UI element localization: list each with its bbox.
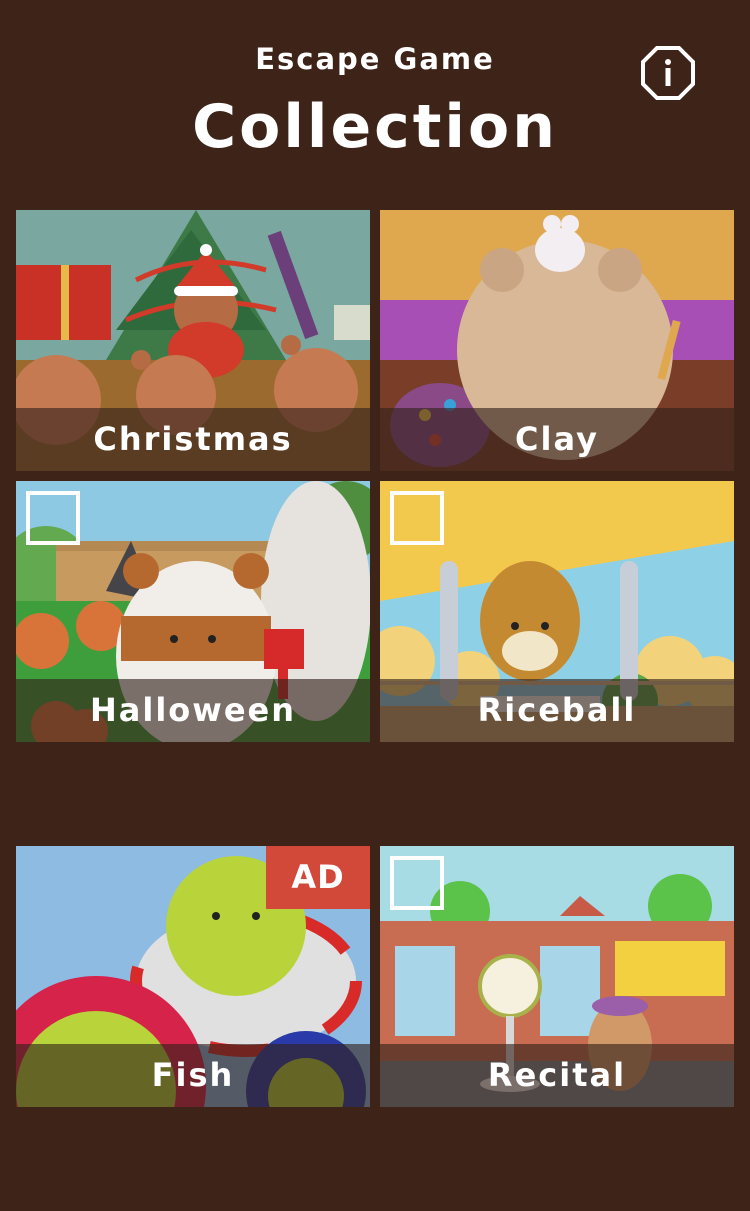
tile-riceball[interactable]: Riceball	[380, 481, 734, 742]
tile-halloween[interactable]: Halloween	[16, 481, 370, 742]
collection-checkbox[interactable]	[390, 491, 444, 545]
tile-label: Riceball	[477, 691, 637, 729]
tile-christmas[interactable]: Christmas	[16, 210, 370, 471]
collection-grid: Christmas Clay Halloween Riceball AD Fis…	[0, 0, 750, 1211]
tile-recital[interactable]: Recital	[380, 846, 734, 1107]
tile-label: Clay	[515, 420, 599, 458]
tile-label: Fish	[151, 1056, 235, 1094]
tile-fish[interactable]: AD Fish	[16, 846, 370, 1107]
tile-label: Recital	[487, 1056, 627, 1094]
ad-badge: AD	[266, 846, 370, 909]
collection-checkbox[interactable]	[26, 491, 80, 545]
collection-checkbox[interactable]	[390, 856, 444, 910]
tile-clay[interactable]: Clay	[380, 210, 734, 471]
tile-label: Christmas	[93, 420, 293, 458]
tile-label: Halloween	[89, 691, 297, 729]
